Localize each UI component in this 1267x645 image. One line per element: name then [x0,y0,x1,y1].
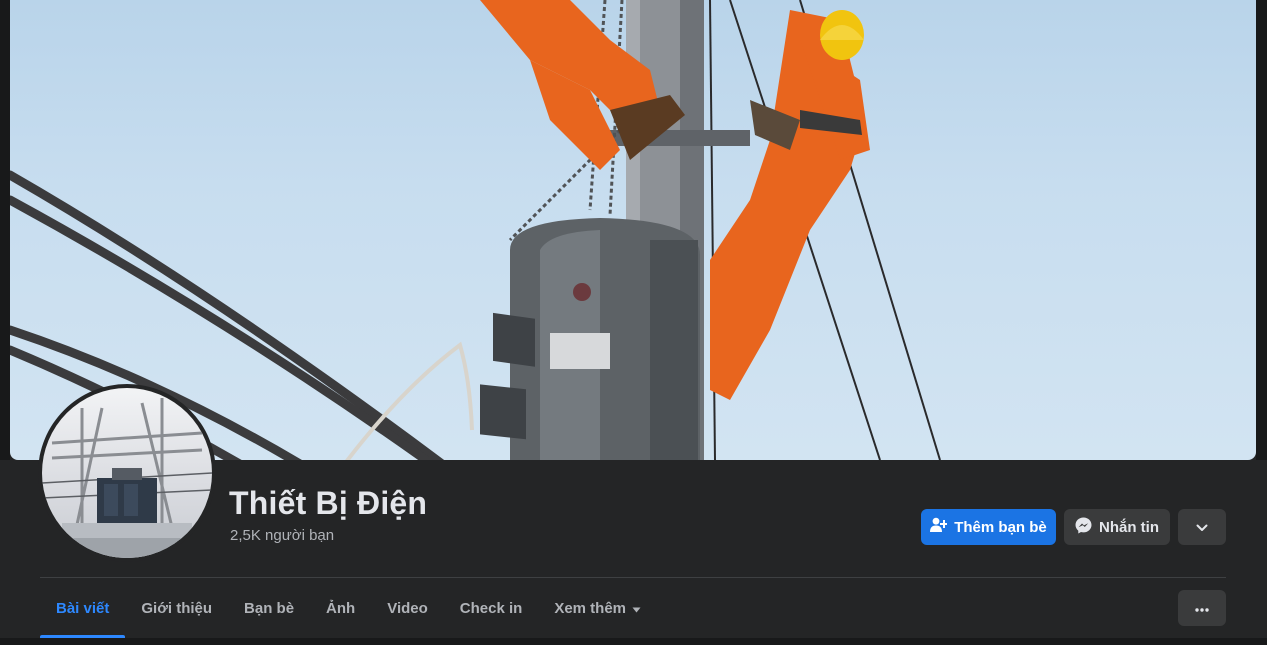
message-label: Nhắn tin [1099,518,1159,536]
more-actions-button[interactable] [1178,509,1226,545]
tab-posts[interactable]: Bài viết [40,578,126,638]
tab-about[interactable]: Giới thiệu [125,578,228,638]
cover-photo-illustration [10,0,941,460]
messenger-icon [1075,517,1092,538]
friends-count[interactable]: 2,5K người bạn [230,527,334,544]
add-friend-button[interactable]: Thêm bạn bè [921,509,1056,545]
ellipsis-icon [1195,599,1209,617]
profile-avatar[interactable] [38,384,216,562]
add-friend-label: Thêm bạn bè [954,518,1047,536]
cover-photo[interactable] [10,0,1256,460]
tab-check-ins[interactable]: Check in [444,578,539,638]
profile-tabs: Bài viết Giới thiệu Bạn bè Ảnh Video Che… [40,578,657,638]
caret-down-icon [632,600,641,617]
tab-friends[interactable]: Bạn bè [228,578,310,638]
tab-photos[interactable]: Ảnh [310,578,371,638]
message-button[interactable]: Nhắn tin [1064,509,1170,545]
avatar-illustration [42,398,212,558]
profile-page: Thiết Bị Điện 2,5K người bạn Thêm bạn bè [0,0,1267,645]
add-friend-icon [930,517,949,537]
avatar-image [42,388,212,558]
tab-options-button[interactable] [1178,590,1226,626]
tab-videos[interactable]: Video [371,578,444,638]
chevron-down-icon [1196,519,1208,536]
profile-name: Thiết Bị Điện [229,485,428,521]
profile-header: Thiết Bị Điện 2,5K người bạn Thêm bạn bè [0,0,1267,638]
tab-more[interactable]: Xem thêm [538,578,657,638]
